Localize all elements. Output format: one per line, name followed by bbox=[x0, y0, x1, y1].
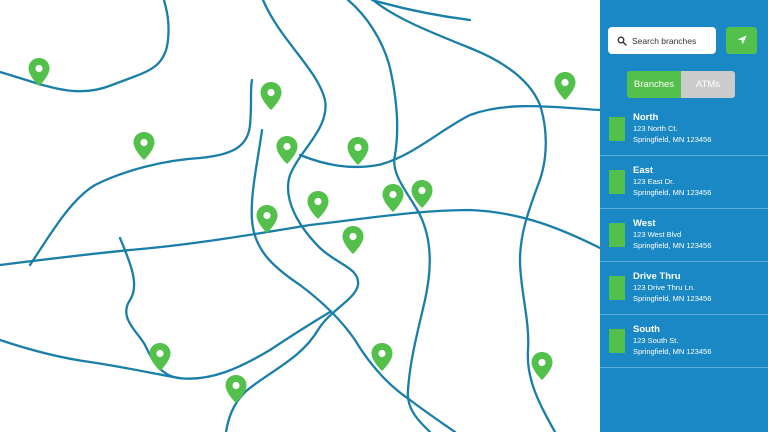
map-pin-icon[interactable] bbox=[275, 135, 299, 165]
branch-item-south[interactable]: South 123 South St. Springfield, MN 1234… bbox=[600, 315, 768, 368]
locate-me-button[interactable] bbox=[726, 27, 757, 54]
tab-branches[interactable]: Branches bbox=[627, 71, 681, 98]
map-pin-icon[interactable] bbox=[346, 136, 370, 166]
branch-address: 123 West Blvd bbox=[633, 230, 682, 239]
branch-address: 123 East Dr. bbox=[633, 177, 675, 186]
map-pin-icon[interactable] bbox=[370, 342, 394, 372]
branch-item-drive-thru[interactable]: Drive Thru 123 Drive Thru Ln. Springfiel… bbox=[600, 262, 768, 315]
branch-name: West bbox=[633, 218, 656, 229]
branch-marker bbox=[609, 117, 625, 141]
map-pin-icon[interactable] bbox=[410, 179, 434, 209]
branch-locator-panel: Branches ATMs North 123 North Ct. Spring… bbox=[600, 0, 768, 432]
map-pin-icon[interactable] bbox=[148, 342, 172, 372]
branch-name: North bbox=[633, 112, 659, 123]
branch-marker bbox=[609, 223, 625, 247]
map-pin-icon[interactable] bbox=[530, 351, 554, 381]
branch-address: 123 South St. bbox=[633, 336, 679, 345]
location-arrow-icon bbox=[737, 32, 747, 50]
map-pin-icon[interactable] bbox=[27, 57, 51, 87]
map-pin-icon[interactable] bbox=[306, 190, 330, 220]
branch-name: South bbox=[633, 324, 660, 335]
tab-bar: Branches ATMs bbox=[627, 71, 735, 98]
branch-marker bbox=[609, 329, 625, 353]
search-input[interactable] bbox=[632, 27, 716, 54]
road-network bbox=[0, 0, 600, 432]
branch-list: North 123 North Ct. Springfield, MN 1234… bbox=[600, 103, 768, 368]
map-area[interactable] bbox=[0, 0, 600, 432]
branch-item-north[interactable]: North 123 North Ct. Springfield, MN 1234… bbox=[600, 103, 768, 156]
map-pin-icon[interactable] bbox=[132, 131, 156, 161]
map-pin-icon[interactable] bbox=[341, 225, 365, 255]
branch-item-east[interactable]: East 123 East Dr. Springfield, MN 123456 bbox=[600, 156, 768, 209]
branch-address: 123 North Ct. bbox=[633, 124, 678, 133]
branch-city: Springfield, MN 123456 bbox=[633, 347, 712, 356]
branch-city: Springfield, MN 123456 bbox=[633, 135, 712, 144]
branch-name: Drive Thru bbox=[633, 271, 681, 282]
map-pin-icon[interactable] bbox=[553, 71, 577, 101]
map-pin-icon[interactable] bbox=[381, 183, 405, 213]
map-pin-icon[interactable] bbox=[259, 81, 283, 111]
branch-item-west[interactable]: West 123 West Blvd Springfield, MN 12345… bbox=[600, 209, 768, 262]
map-pin-icon[interactable] bbox=[224, 374, 248, 404]
branch-city: Springfield, MN 123456 bbox=[633, 294, 712, 303]
search-icon bbox=[612, 36, 632, 46]
branch-name: East bbox=[633, 165, 654, 176]
map-pin-icon[interactable] bbox=[255, 204, 279, 234]
branch-marker bbox=[609, 276, 625, 300]
branch-city: Springfield, MN 123456 bbox=[633, 188, 712, 197]
search-box[interactable] bbox=[608, 27, 716, 54]
branch-address: 123 Drive Thru Ln. bbox=[633, 283, 695, 292]
branch-city: Springfield, MN 123456 bbox=[633, 241, 712, 250]
branch-marker bbox=[609, 170, 625, 194]
tab-atms[interactable]: ATMs bbox=[681, 71, 735, 98]
